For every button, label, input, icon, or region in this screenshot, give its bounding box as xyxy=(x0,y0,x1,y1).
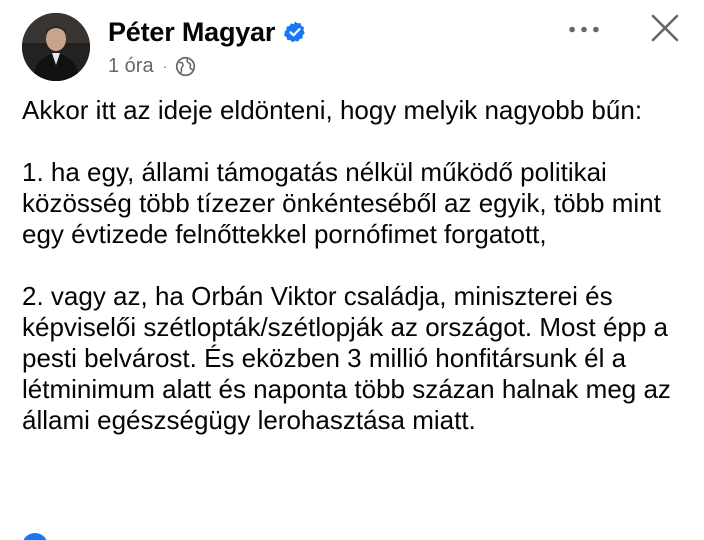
close-icon xyxy=(651,14,679,42)
post-timestamp[interactable]: 1 óra xyxy=(108,55,154,78)
avatar-photo xyxy=(22,13,90,81)
post-meta: 1 óra · xyxy=(108,53,196,79)
post-paragraph-2: 1. ha egy, állami támogatás nélkül működ… xyxy=(22,157,661,249)
more-options-button[interactable] xyxy=(560,14,608,44)
reaction-icon xyxy=(22,533,48,540)
author-name[interactable]: Péter Magyar xyxy=(108,17,275,48)
more-options-icon xyxy=(569,26,599,32)
post-text: Akkor itt az ideje eldönteni, hogy melyi… xyxy=(22,95,692,436)
post-paragraph-3: 2. vagy az, ha Orbán Viktor családja, mi… xyxy=(22,281,671,435)
globe-icon[interactable] xyxy=(175,56,196,77)
avatar[interactable] xyxy=(22,13,90,81)
meta-separator: · xyxy=(162,58,168,74)
verified-badge-icon xyxy=(283,20,307,44)
post-card: Péter Magyar 1 óra · Akkor itt az ideje … xyxy=(0,0,704,540)
author-row: Péter Magyar xyxy=(108,14,307,50)
post-paragraph-1: Akkor itt az ideje eldönteni, hogy melyi… xyxy=(22,95,643,125)
close-button[interactable] xyxy=(645,8,685,48)
